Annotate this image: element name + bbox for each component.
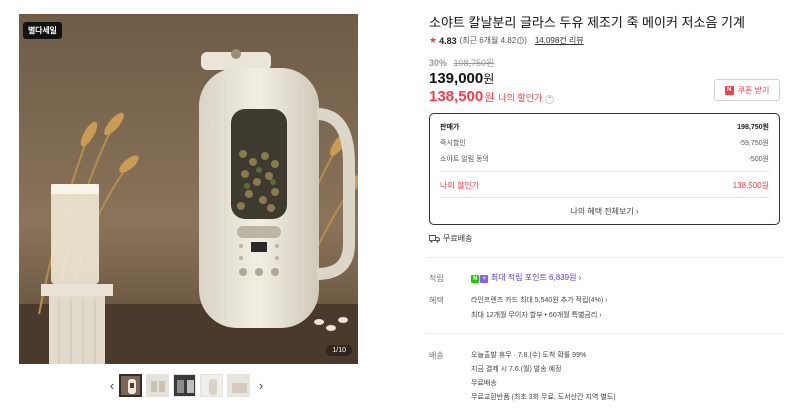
free-shipping-row: 무료배송 (429, 233, 472, 244)
thumbnail-image (174, 374, 195, 396)
product-info-panel: 소야트 칼날분리 글라스 두유 제조기 죽 메이커 저소음 기계 ★ 4.83 … (426, 0, 784, 410)
breakdown-divider (440, 171, 769, 172)
view-all-benefits-button[interactable]: 나의 혜택 전체보기 › (440, 206, 769, 217)
delivery-ship-date: 지금 결제 시 7.6.(월) 발송 예정 (471, 366, 562, 373)
sale-price: 139,000원 (429, 70, 494, 87)
sale-price-value: 139,000 (429, 70, 484, 87)
breakdown-alert-row: 소야트 알림 동의 -500원 (440, 154, 769, 164)
breakdown-sale-value: 198,750원 (737, 124, 769, 131)
breakdown-my-row: 나의 할인가 138,500원 (440, 180, 769, 191)
breakdown-sale-label: 판매가 (440, 124, 460, 131)
discount-row: 30% 108,750원 (429, 56, 494, 69)
thumbnail-1[interactable] (119, 373, 142, 397)
delivery-eta: 오늘출발 휴무 · 7.8.(수) 도착 확률 99% (471, 352, 587, 359)
delivery-free-shipping: 무료배송 (471, 380, 497, 387)
points-label: 적립 (429, 274, 444, 283)
breakdown-alert-label: 소야트 알림 동의 (440, 156, 489, 163)
star-icon: ★ (429, 35, 438, 45)
coupon-button[interactable]: N 쿠폰 받기 (714, 79, 780, 101)
thumbnail-4[interactable] (200, 373, 223, 397)
recent-rating: (최근 6개월 4.82 i) (460, 35, 527, 46)
breakdown-divider (440, 197, 769, 198)
breakdown-alert-value: -500원 (748, 156, 769, 163)
coupon-icon: N (724, 85, 734, 95)
breakdown-instant-label: 즉시할인 (440, 140, 466, 147)
free-shipping-label: 무료배송 (443, 234, 473, 243)
thumbnail-image (147, 374, 168, 396)
my-price-unit: 원 (484, 92, 495, 104)
my-price-label: 나의 할인가 (498, 93, 543, 103)
recent-rating-close: ) (524, 36, 527, 45)
installment-benefit-link[interactable]: 최대 12개월 무이자 할부 • 60개월 특별금리 › (471, 310, 602, 320)
breakdown-instant-value: -59,750원 (738, 140, 769, 147)
original-price: 108,750원 (453, 58, 495, 68)
my-price-row[interactable]: 138,500 원 나의 할인가 ⌃ (429, 88, 555, 105)
card-benefit-link[interactable]: 라인프렌즈 카드 최대 5,540원 추가 적립(4%) › (471, 295, 607, 305)
delivery-label: 배송 (429, 351, 444, 360)
max-points-link[interactable]: 최대 적립 포인트 6,839원 › (491, 273, 581, 282)
breakdown-sale-row: 판매가 198,750원 (440, 122, 769, 132)
thumbnail-3[interactable] (173, 373, 196, 397)
product-title: 소야트 칼날분리 글라스 두유 제조기 죽 메이커 저소음 기계 (429, 15, 745, 30)
thumbnail-image (228, 374, 249, 396)
image-counter: 1/10 (326, 345, 352, 356)
npay-icon: N (471, 275, 480, 283)
thumbnail-strip: ‹ › (105, 372, 275, 398)
my-price-value: 138,500 (429, 88, 484, 105)
rating-row: ★ 4.83 (최근 6개월 4.82 i) 14,098건 리뷰 (429, 35, 584, 46)
soymilk-maker-photo (19, 14, 358, 364)
thumbnail-image (201, 374, 222, 396)
next-image-button[interactable]: › (254, 374, 268, 396)
prev-image-button[interactable]: ‹ (105, 374, 119, 396)
coupon-button-label: 쿠폰 받기 (737, 85, 770, 95)
review-count-link[interactable]: 14,098건 리뷰 (535, 35, 584, 46)
sale-price-unit: 원 (483, 72, 495, 86)
section-divider (426, 257, 784, 258)
thumbnail-image (121, 375, 140, 395)
product-main-image[interactable]: 별다세일 1/10 (19, 14, 358, 364)
thumbnail-2[interactable] (146, 373, 169, 397)
chevron-up-icon[interactable]: ⌃ (545, 95, 555, 104)
section-divider (426, 333, 784, 334)
recent-rating-text: (최근 6개월 4.82 (459, 36, 517, 45)
plus-membership-icon: + (480, 275, 488, 283)
rating-value: 4.83 (439, 35, 457, 46)
discount-percent: 30% (429, 58, 448, 68)
sale-badge: 별다세일 (23, 22, 62, 39)
breakdown-my-value: 138,500원 (732, 181, 769, 190)
breakdown-my-label: 나의 할인가 (440, 181, 480, 190)
benefits-label: 혜택 (429, 296, 444, 305)
truck-icon (429, 234, 440, 243)
delivery-free-return: 무료교환반품 (최초 3회 무료, 도서산간 지역 별도) (471, 394, 616, 401)
breakdown-instant-row: 즉시할인 -59,750원 (440, 138, 769, 148)
thumbnail-5[interactable] (227, 373, 250, 397)
points-row[interactable]: N + 최대 적립 포인트 6,839원 › (471, 272, 581, 283)
price-breakdown-box: 판매가 198,750원 즉시할인 -59,750원 소야트 알림 동의 -50… (429, 113, 780, 225)
